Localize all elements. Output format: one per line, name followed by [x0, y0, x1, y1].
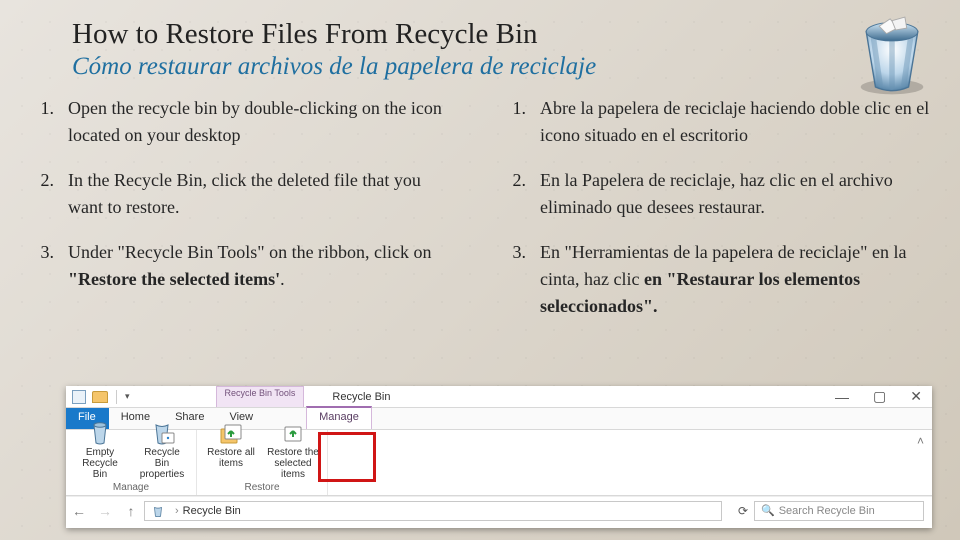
restore-all-icon	[217, 421, 245, 445]
close-button[interactable]: ✕	[910, 388, 922, 405]
step-text: In the Recycle Bin, click the deleted fi…	[68, 167, 460, 221]
qat-folder-icon[interactable]	[92, 391, 108, 403]
qat-dropdown-icon[interactable]: ▾	[125, 391, 130, 402]
refresh-icon[interactable]: ⟳	[738, 504, 748, 518]
search-input[interactable]: 🔍 Search Recycle Bin	[754, 501, 924, 521]
spanish-column: 1. Abre la papelera de reciclaje haciend…	[500, 95, 932, 338]
maximize-button[interactable]: ▢	[873, 388, 886, 405]
window-controls: — ▢ ✕	[835, 388, 932, 405]
slide-root: How to Restore Files From Recycle Bin Có…	[0, 0, 960, 540]
chevron-right-icon: ›	[175, 505, 179, 517]
restore-selected-items-button[interactable]: Restore the selected items	[267, 421, 319, 480]
step-text: Under "Recycle Bin Tools" on the ribbon,…	[68, 239, 460, 293]
window-titlebar: ▾ Recycle Bin Tools Recycle Bin — ▢ ✕	[66, 386, 932, 408]
contextual-tab-group: Recycle Bin Tools	[216, 386, 305, 407]
list-item: 2. En la Papelera de reciclaje, haz clic…	[500, 167, 932, 221]
list-item: 1. Abre la papelera de reciclaje haciend…	[500, 95, 932, 149]
window-title: Recycle Bin	[332, 391, 390, 403]
step-text: En "Herramientas de la papelera de recic…	[540, 239, 932, 320]
step-number: 3.	[500, 239, 526, 266]
list-item: 3. En "Herramientas de la papelera de re…	[500, 239, 932, 320]
list-item: 2. In the Recycle Bin, click the deleted…	[28, 167, 460, 221]
search-icon: 🔍	[761, 504, 775, 517]
minimize-button[interactable]: —	[835, 389, 849, 405]
step-text: Open the recycle bin by double-clicking …	[68, 95, 460, 149]
ribbon-collapse-icon[interactable]: ˄	[909, 430, 932, 452]
qat-separator	[116, 390, 117, 404]
step-number: 3.	[28, 239, 54, 266]
address-path[interactable]: › Recycle Bin	[144, 501, 722, 521]
step-number: 2.	[500, 167, 526, 194]
nav-forward-button[interactable]: →	[92, 503, 118, 519]
recycle-bin-empty-icon	[86, 421, 114, 445]
ribbon-group-manage: Empty Recycle Bin Recycle Bin properties	[66, 430, 197, 495]
address-bar: ← → ↑ › Recycle Bin ⟳ 🔍 Search Recycle B…	[66, 496, 932, 524]
nav-back-button[interactable]: ←	[66, 503, 92, 519]
contextual-tab-label: Recycle Bin Tools	[225, 388, 296, 398]
empty-recycle-bin-button[interactable]: Empty Recycle Bin	[74, 421, 126, 480]
highlight-red-box	[318, 432, 376, 482]
step-text: Abre la papelera de reciclaje haciendo d…	[540, 95, 932, 149]
list-item: 3. Under "Recycle Bin Tools" on the ribb…	[28, 239, 460, 293]
ribbon-group-restore: Restore all items Restore the selected i…	[197, 430, 328, 495]
restore-selected-icon	[279, 421, 307, 445]
step-number: 1.	[500, 95, 526, 122]
search-placeholder: Search Recycle Bin	[779, 505, 875, 517]
title-area: How to Restore Files From Recycle Bin Có…	[72, 18, 932, 81]
ribbon-tabs: File Home Share View Manage	[66, 408, 932, 430]
quick-access-toolbar: ▾	[66, 390, 136, 404]
step-number: 1.	[28, 95, 54, 122]
step-number: 2.	[28, 167, 54, 194]
recycle-bin-small-icon	[151, 504, 165, 518]
ribbon: Empty Recycle Bin Recycle Bin properties	[66, 430, 932, 496]
step-text: En la Papelera de reciclaje, haz clic en…	[540, 167, 932, 221]
english-column: 1. Open the recycle bin by double-clicki…	[28, 95, 460, 338]
qat-button-icon[interactable]	[72, 390, 86, 404]
recycle-bin-window: ▾ Recycle Bin Tools Recycle Bin — ▢ ✕ Fi…	[66, 386, 932, 528]
path-segment: Recycle Bin	[183, 505, 241, 517]
title-spanish: Cómo restaurar archivos de la papelera d…	[72, 53, 932, 81]
recycle-bin-props-icon	[148, 421, 176, 445]
recycle-bin-properties-button[interactable]: Recycle Bin properties	[136, 421, 188, 480]
recycle-bin-icon	[846, 6, 938, 98]
nav-up-button[interactable]: ↑	[118, 503, 144, 519]
title-english: How to Restore Files From Recycle Bin	[72, 18, 932, 51]
list-item: 1. Open the recycle bin by double-clicki…	[28, 95, 460, 149]
instruction-columns: 1. Open the recycle bin by double-clicki…	[28, 95, 932, 338]
restore-all-items-button[interactable]: Restore all items	[205, 421, 257, 469]
